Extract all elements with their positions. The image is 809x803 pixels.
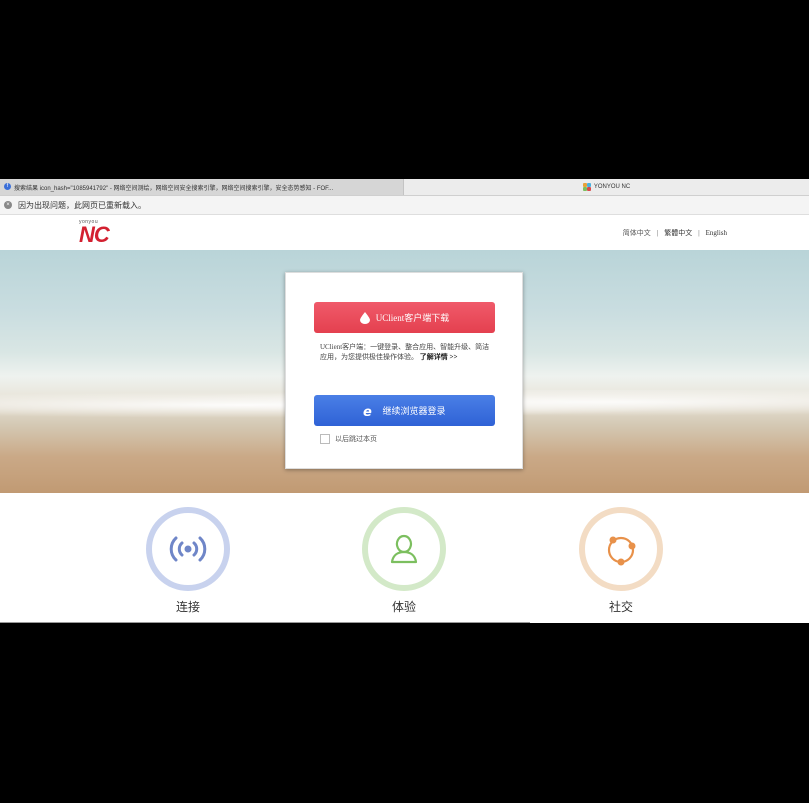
feature-ring [146,507,230,591]
browser-button-label: 继续浏览器登录 [382,406,446,416]
svg-text:e: e [363,405,372,417]
feature-social: 社交 [578,507,664,615]
feature-ring [362,507,446,591]
features-section: 连接 体验 社交 [0,493,809,623]
language-switcher: 简体中文 | 繁體中文 | English [620,228,730,238]
description-text: UClient客户端：一键登录、整合应用、智能升级、简洁应用，为您提供极佳操作体… [320,343,490,361]
uclient-description: UClient客户端：一键登录、整合应用、智能升级、简洁应用，为您提供极佳操作体… [320,342,492,362]
close-icon[interactable]: × [4,201,12,209]
learn-more-link[interactable]: 了解详情 >> [420,353,458,361]
lang-traditional-chinese[interactable]: 繁體中文 [664,229,692,237]
hero-banner: UClient客户端下载 UClient客户端：一键登录、整合应用、智能升级、简… [0,250,809,493]
feature-label: 体验 [391,600,416,614]
tab-yonyou-nc[interactable]: YONYOU NC [404,179,809,195]
yonyou-favicon-icon [582,183,591,191]
ie-browser-icon: e [363,405,372,417]
feature-ring [579,507,663,591]
lang-simplified-chinese[interactable]: 简体中文 [623,229,651,237]
skip-label: 以后跳过本页 [335,435,377,443]
page-header: yonyou NC 简体中文 | 繁體中文 | English [0,215,809,250]
tab-title: YONYOU NC [593,184,631,190]
login-card: UClient客户端下载 UClient客户端：一键登录、整合应用、智能升级、简… [285,272,523,469]
skip-page-option[interactable]: 以后跳过本页 [320,434,377,444]
yonyou-nc-logo: yonyou NC [79,219,110,247]
browser-login-button[interactable]: e 继续浏览器登录 [314,395,495,426]
share-network-icon [607,536,636,566]
uclient-download-button[interactable]: UClient客户端下载 [314,302,495,333]
horizontal-scrollbar[interactable] [0,622,530,623]
feature-connect: 连接 [145,507,231,615]
browser-window: f 搜索结果 icon_hash="1085941792" - 网络空间测绘，网… [0,179,809,623]
tab-strip: f 搜索结果 icon_hash="1085941792" - 网络空间测绘，网… [0,179,809,196]
feature-label: 社交 [608,600,633,614]
wifi-signal-icon [169,536,207,562]
infobar-message: 因为出现问题，此网页已重新载入。 [18,200,146,210]
feature-label: 连接 [175,600,200,614]
feature-experience: 体验 [361,507,447,615]
lang-separator: | [698,229,700,237]
reload-infobar: × 因为出现问题，此网页已重新载入。 [0,196,809,215]
user-icon [390,534,418,564]
download-button-label: UClient客户端下载 [375,313,450,323]
tab-title: 搜索结果 icon_hash="1085941792" - 网络空间测绘，网络空… [14,185,334,192]
fofa-favicon-icon: f [4,183,11,190]
lang-separator: | [656,229,659,237]
skip-checkbox[interactable] [320,434,330,444]
lang-english[interactable]: English [706,229,727,237]
tab-fofa-search[interactable]: f 搜索结果 icon_hash="1085941792" - 网络空间测绘，网… [0,179,404,195]
droplet-icon [359,311,370,324]
logo-product: NC [79,222,110,247]
